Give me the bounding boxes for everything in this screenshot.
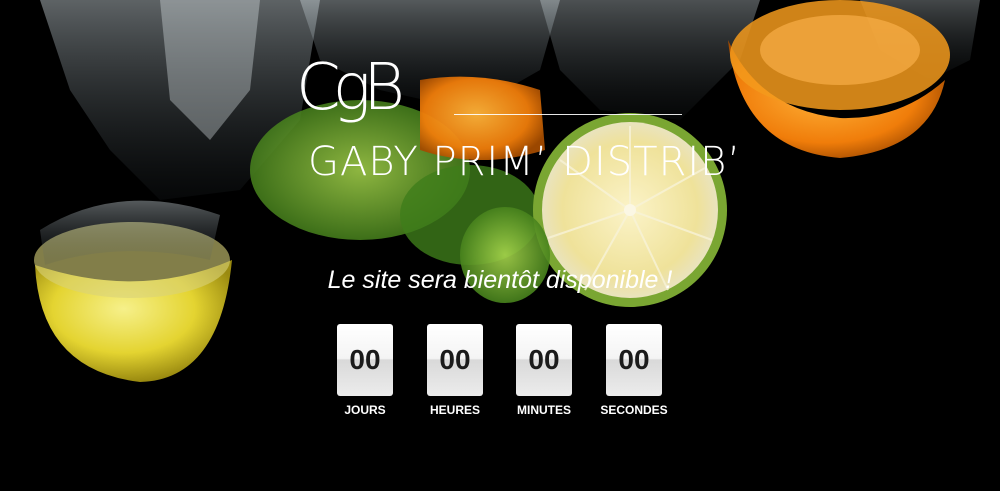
countdown-hours: 00 HEURES [421, 324, 499, 424]
brand-monogram: CgB [296, 51, 405, 125]
countdown-days-label: JOURS [344, 403, 386, 417]
countdown-hours-value: 00 [427, 324, 483, 396]
countdown-timer: 00 JOURS 00 HEURES 00 MINUTES 00 SECONDE… [331, 324, 681, 424]
countdown-days-value: 00 [337, 324, 393, 396]
countdown-seconds-label: SECONDES [600, 403, 668, 417]
countdown-minutes-value: 00 [516, 324, 572, 396]
brand-name: GABY PRIM’ DISTRIB’ [308, 139, 742, 185]
brand-logo: CgB GABY PRIM’ DISTRIB’ [296, 51, 740, 196]
countdown-seconds: 00 SECONDES [600, 324, 678, 424]
coming-soon-tagline: Le site sera bientôt disponible ! [327, 266, 673, 294]
brand-divider-line [454, 114, 682, 115]
countdown-days: 00 JOURS [331, 324, 409, 424]
countdown-minutes: 00 MINUTES [510, 324, 588, 424]
countdown-hours-label: HEURES [429, 403, 480, 417]
countdown-seconds-value: 00 [606, 324, 662, 396]
coming-soon-page: CgB GABY PRIM’ DISTRIB’ Le site sera bie… [0, 0, 1000, 491]
countdown-minutes-label: MINUTES [517, 403, 571, 417]
